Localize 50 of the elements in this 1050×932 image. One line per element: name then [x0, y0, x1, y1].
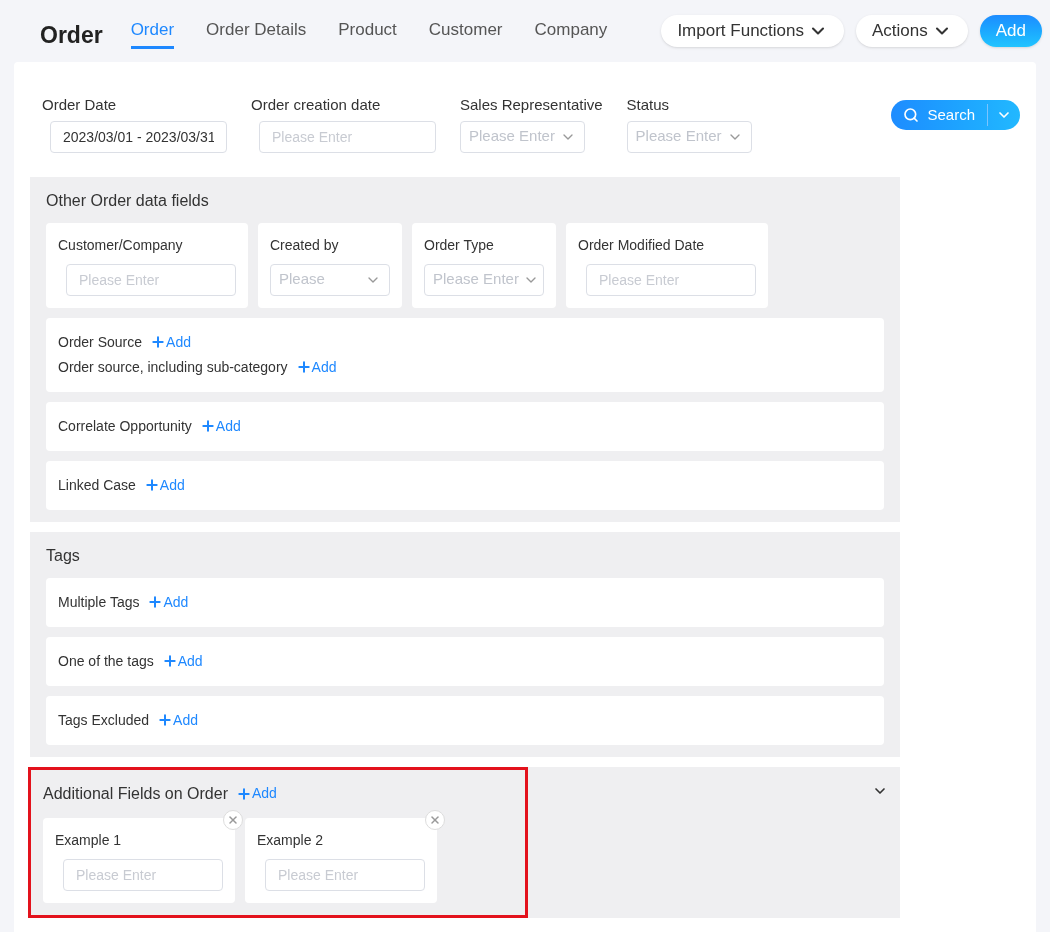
plus-icon: [236, 785, 252, 802]
tab[interactable]: Order: [130, 16, 175, 50]
tab[interactable]: Company: [534, 16, 608, 50]
filter-label: Sales Representative: [460, 95, 603, 115]
add-link[interactable]: Add: [161, 650, 203, 672]
add-link[interactable]: Add: [236, 783, 277, 804]
field-label: Order Type: [424, 235, 495, 255]
tab[interactable]: Customer: [428, 16, 503, 50]
plus-icon: [161, 653, 178, 669]
add-link[interactable]: Add: [157, 709, 198, 731]
plus-icon: [143, 477, 160, 493]
input-field[interactable]: 2023/03/01 - 2023/03/31: [50, 120, 227, 153]
filter-label: Status: [626, 95, 671, 115]
add-link[interactable]: Add: [199, 415, 241, 437]
remove-button[interactable]: [425, 809, 445, 830]
menu-button[interactable]: Import Functions: [661, 15, 844, 47]
add-link[interactable]: Add: [147, 591, 189, 613]
field-label: Created by: [270, 235, 340, 255]
add-link[interactable]: Add: [143, 474, 185, 496]
row-label: Order Source: [58, 332, 143, 352]
add-button[interactable]: Add: [979, 15, 1042, 47]
page-title: Order: [40, 20, 103, 50]
search-icon: [903, 107, 920, 123]
plus-icon: [199, 418, 216, 434]
field-label: Order Modified Date: [578, 235, 706, 255]
add-link[interactable]: Add: [295, 356, 337, 378]
row-label: Order source, including sub-category: [58, 357, 288, 377]
row-label: One of the tags: [58, 651, 154, 671]
field-label: Example 2: [257, 830, 325, 850]
row-label: Correlate Opportunity: [58, 416, 192, 436]
filter-label: Order Date: [42, 95, 118, 115]
menu-button[interactable]: Actions: [856, 15, 968, 47]
section-title: Additional Fields on Order: [43, 783, 228, 804]
remove-button[interactable]: [223, 809, 243, 830]
tab[interactable]: Order Details: [206, 16, 307, 50]
field-label: Example 1: [55, 830, 123, 850]
search-button[interactable]: Search: [891, 100, 1020, 130]
field-label: Customer/Company: [58, 235, 184, 255]
filter-label: Order creation date: [251, 95, 382, 115]
section-title: Tags: [46, 545, 81, 566]
row-label: Tags Excluded: [58, 710, 150, 730]
close-icon: [227, 813, 239, 826]
plus-icon: [295, 359, 312, 375]
tab[interactable]: Product: [338, 16, 397, 50]
section-title: Other Order data fields: [46, 190, 210, 211]
close-icon: [429, 813, 441, 826]
search-label: Search: [927, 104, 975, 125]
add-link[interactable]: Add: [150, 331, 191, 353]
row-label: Linked Case: [58, 475, 136, 495]
row-label: Multiple Tags: [58, 592, 140, 612]
